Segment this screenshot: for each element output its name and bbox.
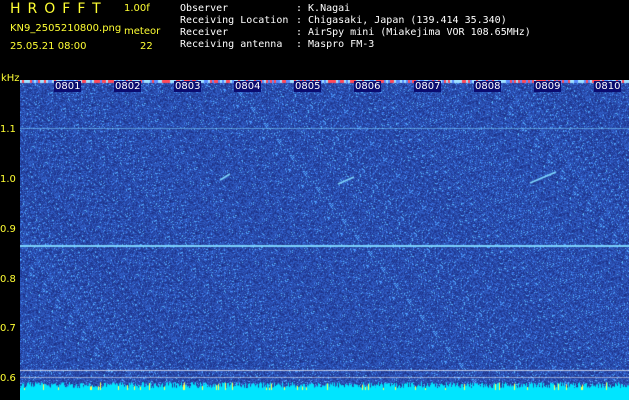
spectrogram-plot [20,80,629,400]
y-tick-1-1: 1.1 [0,124,16,135]
x-tick-0804: 0804 [234,81,262,92]
x-tick-0802: 0802 [114,81,142,92]
x-tick-0806: 0806 [354,81,382,92]
info-value-antenna: : Maspro FM-3 [296,39,375,50]
meteor-label: meteor [124,26,161,37]
y-axis-unit: kHz [1,73,20,84]
y-tick-0-7: 0.7 [0,323,16,334]
x-tick-0805: 0805 [294,81,322,92]
x-tick-0809: 0809 [534,81,562,92]
y-tick-0-6: 0.6 [0,373,16,384]
y-tick-0-9: 0.9 [0,224,16,235]
filename-label: KN9_2505210800.png [10,23,122,34]
info-value-observer: : K.Nagai [296,3,351,14]
meteor-count: 22 [140,41,153,52]
info-label-observer: Observer [180,3,229,14]
header-panel: HROFFT 1.00f KN9_2505210800.png meteor 2… [0,0,629,78]
y-tick-0-8: 0.8 [0,274,16,285]
app-title: HROFFT [10,1,108,17]
info-label-receiver: Receiver [180,27,229,38]
spectrogram-canvas [20,80,629,400]
info-label-location: Receiving Location [180,15,289,26]
datetime-label: 25.05.21 08:00 [10,41,87,52]
y-tick-1-0: 1.0 [0,174,16,185]
info-value-receiver: : AirSpy mini (Miakejima VOR 108.65MHz) [296,27,531,38]
x-tick-0807: 0807 [414,81,442,92]
x-tick-0810: 0810 [594,81,622,92]
info-label-antenna: Receiving antenna [180,39,283,50]
x-tick-0808: 0808 [474,81,502,92]
x-tick-0803: 0803 [174,81,202,92]
info-value-location: : Chigasaki, Japan (139.414 35.340) [296,15,507,26]
app-version: 1.00f [124,3,150,14]
x-tick-0801: 0801 [54,81,82,92]
